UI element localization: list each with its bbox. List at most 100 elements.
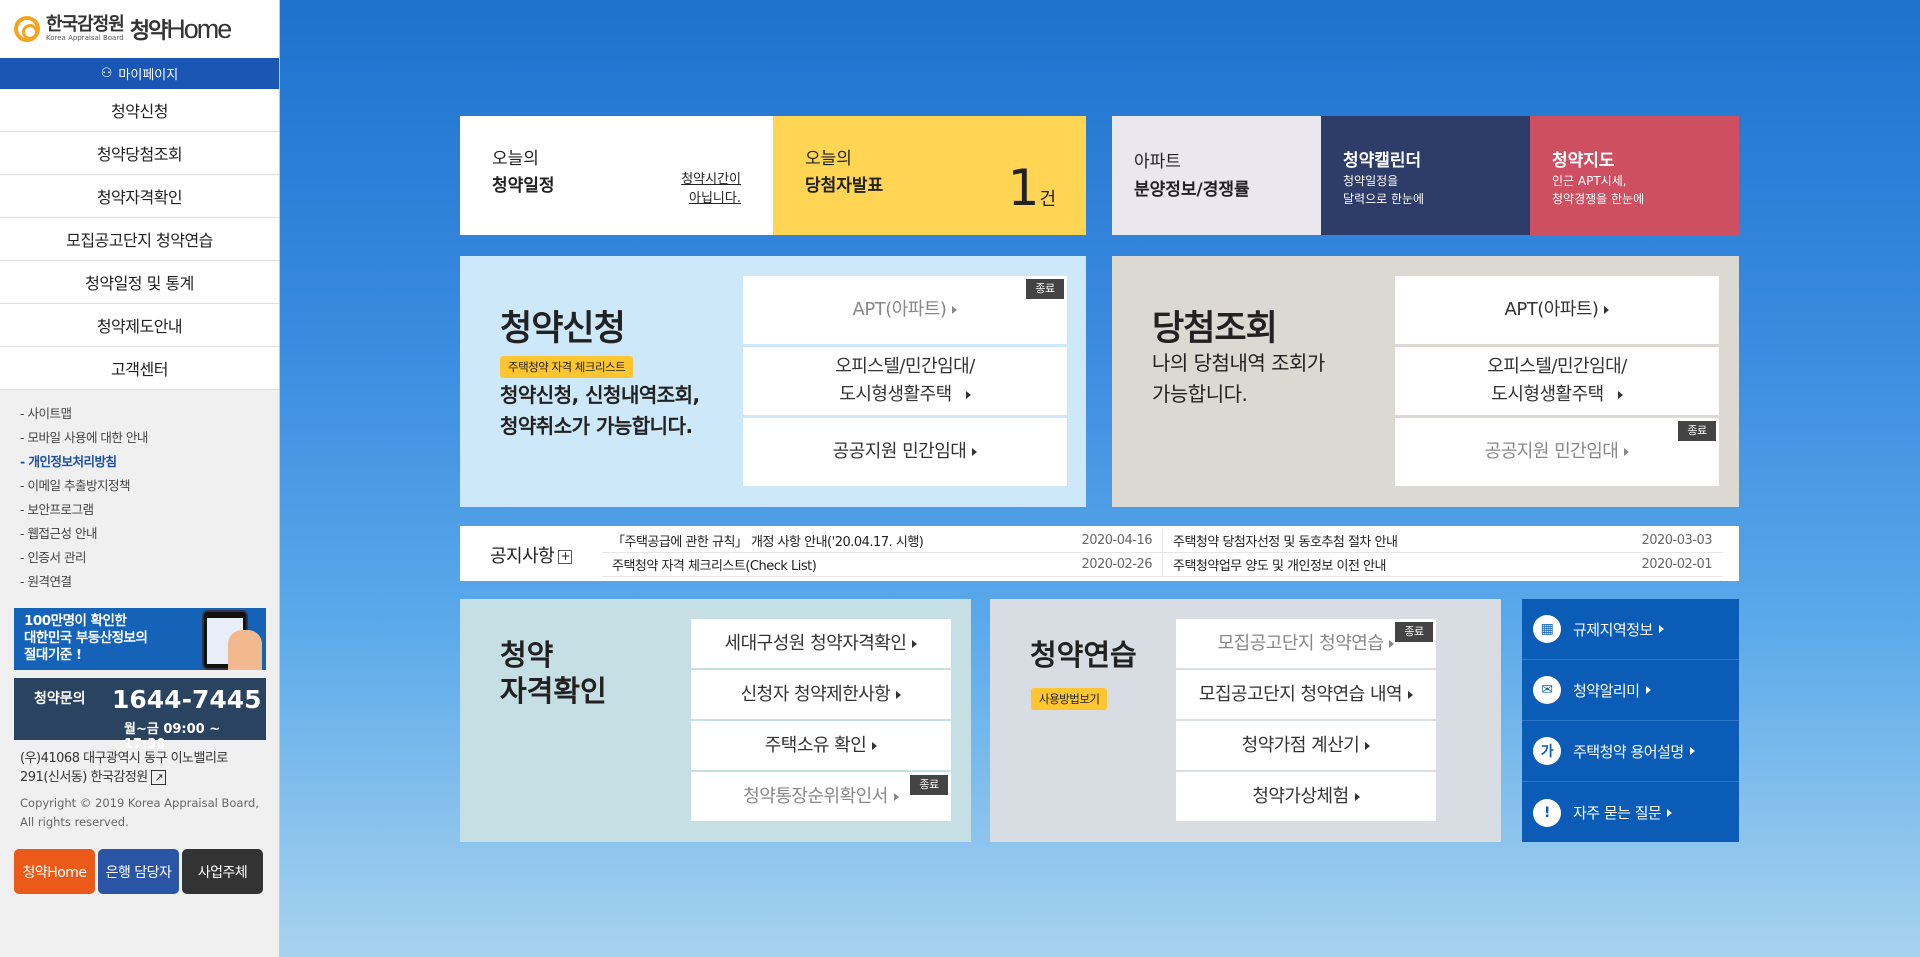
practice-section: 청약연습 사용방법보기 모집공고단지 청약연습 종료 모집공고단지 청약연습 내…: [990, 599, 1501, 842]
winner-apt-button[interactable]: APT(아파트): [1395, 276, 1719, 344]
notice-text: 주택청약업무 양도 및 개인정보 이전 안내: [1173, 559, 1386, 574]
contact-number: 1644-7445: [112, 685, 262, 714]
arrow-right-icon: [1389, 639, 1395, 648]
point-calculator-button[interactable]: 청약가점 계산기: [1176, 721, 1436, 770]
arrow-right-icon: [1604, 306, 1610, 314]
calendar-card[interactable]: 청약캘린더 청약일정을 달력으로 한눈에: [1321, 116, 1530, 235]
promo-banner[interactable]: 100만명이 확인한 대한민국 부동산정보의 절대기준 !: [14, 608, 266, 670]
site-logo[interactable]: 한국감정원 Korea Appraisal Board 청약Home: [0, 0, 279, 58]
winner-options: APT(아파트) 오피스텔/민간임대/ 도시형생활주택 공공지원 민간임대 종료: [1395, 276, 1719, 486]
winner-desc-line-2: 가능합니다.: [1152, 382, 1248, 406]
menu-item-qualification[interactable]: 청약자격확인: [0, 175, 279, 218]
winner-apt-label: APT(아파트): [1504, 299, 1599, 320]
quick-link-label: 규제지역정보: [1573, 620, 1653, 639]
menu-item-customer-center[interactable]: 고객센터: [0, 347, 279, 390]
link-privacy-policy[interactable]: - 개인정보처리방침: [20, 450, 279, 474]
schedule-status-link[interactable]: 청약시간이 아닙니다.: [681, 170, 741, 208]
qualification-label: 신청자 청약제한사항: [740, 683, 891, 705]
alert-link[interactable]: ✉ 청약알리미: [1522, 660, 1739, 721]
glossary-link[interactable]: 가 주택청약 용어설명: [1522, 721, 1739, 782]
map-title: 청약지도: [1552, 151, 1615, 171]
qualification-title-1: 청약: [500, 638, 554, 672]
faq-icon: !: [1533, 798, 1561, 827]
winner-public-rental-label: 공공지원 민간임대: [1484, 441, 1619, 462]
today-winners-title: 당첨자발표: [805, 176, 884, 196]
today-winners[interactable]: 오늘의 당첨자발표 1건: [773, 116, 1086, 235]
practice-title: 청약연습: [1030, 638, 1137, 672]
menu-item-practice[interactable]: 모집공고단지 청약연습: [0, 218, 279, 261]
notice-bar: 공지사항 + 「주택공급에 관한 규칙」 개정 사항 안내('20.04.17. …: [460, 526, 1739, 581]
apply-apt-button[interactable]: APT(아파트) 종료: [743, 276, 1067, 344]
winner-public-rental-button[interactable]: 공공지원 민간임대 종료: [1395, 418, 1719, 486]
checklist-badge[interactable]: 주택청약 자격 체크리스트: [500, 356, 634, 378]
link-certificate[interactable]: - 인증서 관리: [20, 546, 279, 570]
link-remote-support[interactable]: - 원격연결: [20, 570, 279, 594]
business-owner-button[interactable]: 사업주체: [182, 849, 263, 894]
main-menu: 청약신청 청약당첨조회 청약자격확인 모집공고단지 청약연습 청약일정 및 통계…: [0, 89, 279, 390]
notice-item[interactable]: 「주택공급에 관한 규칙」 개정 사항 안내('20.04.17. 시행) 202…: [602, 529, 1162, 553]
contact-hours: 월~금 09:00 ~ 17:30: [124, 722, 221, 752]
apt-info-line-1: 아파트: [1134, 152, 1181, 172]
hand-illustration: [228, 630, 262, 670]
mail-icon: ✉: [1533, 676, 1561, 704]
link-email-policy[interactable]: - 이메일 추출방지정책: [20, 474, 279, 498]
applicant-restriction-button[interactable]: 신청자 청약제한사항: [691, 670, 951, 719]
contact-label: 청약문의: [34, 691, 86, 707]
notice-item[interactable]: 주택청약 당첨자선정 및 동호추첨 절차 안내 2020-03-03: [1163, 529, 1722, 553]
account-rank-button[interactable]: 청약통장순위확인서 종료: [691, 772, 951, 821]
banner-line-1: 100만명이 확인한: [24, 613, 127, 629]
glossary-icon: 가: [1533, 737, 1561, 765]
mypage-button[interactable]: ⚇ 마이페이지: [0, 58, 279, 89]
how-to-use-badge[interactable]: 사용방법보기: [1031, 688, 1108, 710]
schedule-status-line-1: 청약시간이: [681, 172, 741, 187]
menu-item-apply[interactable]: 청약신청: [0, 89, 279, 132]
arrow-right-icon: [965, 391, 971, 399]
copyright-line-1: Copyright © 2019 Korea Appraisal Board,: [20, 796, 259, 810]
link-security-program[interactable]: - 보안프로그램: [20, 498, 279, 522]
link-mobile-guide[interactable]: - 모바일 사용에 대한 안내: [20, 426, 279, 450]
logo-mark-icon: [14, 16, 40, 42]
today-schedule[interactable]: 오늘의 청약일정 청약시간이 아닙니다.: [460, 116, 773, 235]
winner-officetel-button[interactable]: 오피스텔/민간임대/ 도시형생활주택: [1395, 347, 1719, 415]
menu-item-winner[interactable]: 청약당첨조회: [0, 132, 279, 175]
footer-links: - 사이트맵 - 모바일 사용에 대한 안내 - 개인정보처리방침 - 이메일 …: [0, 390, 279, 594]
calendar-title: 청약캘린더: [1343, 151, 1422, 171]
house-ownership-button[interactable]: 주택소유 확인: [691, 721, 951, 770]
notice-item[interactable]: 주택청약 자격 체크리스트(Check List) 2020-02-26: [602, 553, 1162, 577]
logo-brand-ko: 청약: [129, 19, 169, 44]
apply-officetel-label-2: 도시형생활주택: [839, 384, 952, 405]
qualification-options: 세대구성원 청약자격확인 신청자 청약제한사항 주택소유 확인 청약통장순위확인…: [691, 619, 951, 821]
menu-item-schedule-stats[interactable]: 청약일정 및 통계: [0, 261, 279, 304]
bank-staff-button[interactable]: 은행 담당자: [98, 849, 179, 894]
winners-count-unit: 건: [1039, 189, 1056, 210]
link-accessibility[interactable]: - 웹접근성 안내: [20, 522, 279, 546]
end-tag: 종료: [1395, 622, 1433, 642]
qualification-label: 주택소유 확인: [764, 734, 867, 756]
virtual-experience-button[interactable]: 청약가상체험: [1176, 772, 1436, 821]
winner-officetel-label-2: 도시형생활주택: [1491, 384, 1604, 405]
arrow-right-icon: [1617, 391, 1623, 399]
qualification-label: 청약통장순위확인서: [743, 785, 888, 807]
external-link-icon[interactable]: ↗: [151, 770, 167, 785]
practice-apply-button[interactable]: 모집공고단지 청약연습 종료: [1176, 619, 1436, 668]
apt-sale-info-card[interactable]: 아파트 분양정보/경쟁률: [1112, 116, 1321, 235]
plus-icon[interactable]: +: [558, 550, 573, 564]
home-site-button[interactable]: 청약Home: [14, 849, 95, 894]
regulated-area-link[interactable]: ▦ 규제지역정보: [1522, 599, 1739, 660]
quick-link-label: 청약알리미: [1573, 681, 1640, 700]
practice-label: 청약가점 계산기: [1241, 734, 1360, 756]
apply-officetel-button[interactable]: 오피스텔/민간임대/ 도시형생활주택: [743, 347, 1067, 415]
notice-item[interactable]: 주택청약업무 양도 및 개인정보 이전 안내 2020-02-01: [1163, 553, 1722, 577]
practice-history-button[interactable]: 모집공고단지 청약연습 내역: [1176, 670, 1436, 719]
menu-item-system-guide[interactable]: 청약제도안내: [0, 304, 279, 347]
faq-link[interactable]: ! 자주 묻는 질문: [1522, 782, 1739, 843]
link-sitemap[interactable]: - 사이트맵: [20, 402, 279, 426]
apply-public-rental-button[interactable]: 공공지원 민간임대: [743, 418, 1067, 486]
qualification-title-2: 자격확인: [500, 674, 607, 708]
notice-date: 2020-04-16: [1081, 533, 1152, 548]
map-card[interactable]: 청약지도 인근 APT시세, 청약경쟁을 한눈에: [1530, 116, 1739, 235]
winners-count-value: 1: [1007, 159, 1040, 217]
calendar-sub-1: 청약일정을: [1343, 174, 1399, 188]
household-qualification-button[interactable]: 세대구성원 청약자격확인: [691, 619, 951, 668]
quick-links: ▦ 규제지역정보 ✉ 청약알리미 가 주택청약 용어설명 ! 자주 묻는 질문: [1522, 599, 1739, 842]
